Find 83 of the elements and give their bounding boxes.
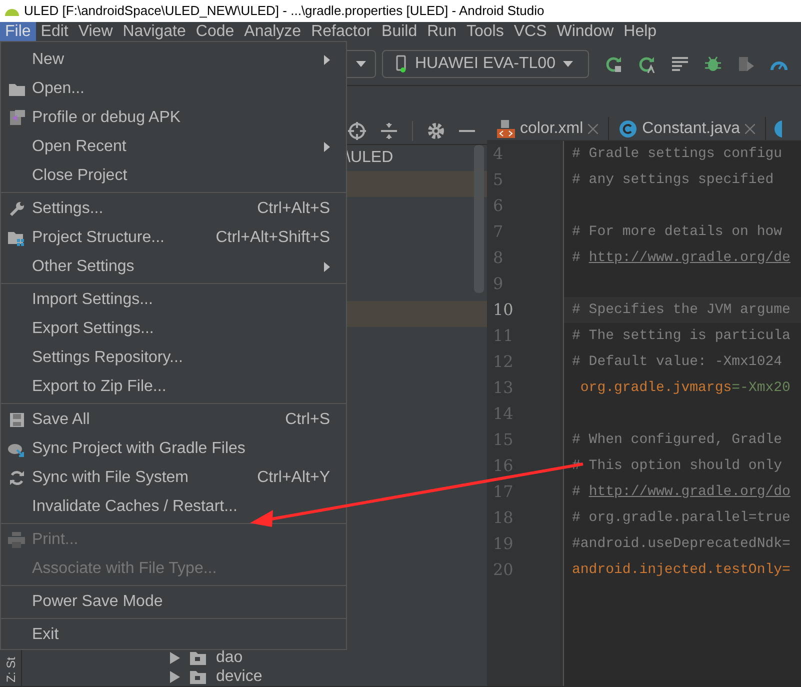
code-comment: # http://www.gradle.org/de xyxy=(572,248,790,268)
menu-item[interactable]: View xyxy=(73,22,118,42)
menu-item[interactable]: Other Settings xyxy=(1,252,346,281)
apply-changes-icon[interactable] xyxy=(638,54,656,72)
menu-item[interactable]: VCS xyxy=(508,22,552,42)
phone-icon xyxy=(395,54,407,72)
expand-arrow-icon[interactable] xyxy=(170,670,180,682)
menu-item[interactable]: Import Settings... xyxy=(1,285,346,314)
wrench-icon xyxy=(8,200,24,216)
editor-tab[interactable]: Constant.java xyxy=(609,117,766,140)
menu-item[interactable]: New xyxy=(1,45,346,74)
sync-icon xyxy=(8,470,24,486)
folder-grid-icon xyxy=(8,230,25,246)
device-selector[interactable]: HUAWEI EVA-TL00 xyxy=(382,50,589,78)
close-icon[interactable] xyxy=(588,124,598,134)
window-title: ULED [F:\androidSpace\ULED_NEW\ULED] - ...\gradle.properties [ULED] - Android Studio xyxy=(24,2,544,20)
menu-item[interactable]: Save All Ctrl+S xyxy=(1,405,346,434)
code-link[interactable]: http://www.gradle.org/do xyxy=(588,484,790,500)
code-comment: #android.useDeprecatedNdk= xyxy=(572,534,790,554)
caret-icon xyxy=(356,60,366,66)
menu-item[interactable]: Window xyxy=(552,22,619,42)
attach-icon[interactable] xyxy=(737,54,755,72)
editor-tab[interactable]: color.xml xyxy=(487,117,610,140)
folder-icon xyxy=(190,650,206,664)
minimize-icon[interactable] xyxy=(459,128,475,132)
menu-item[interactable]: Profile or debug APK xyxy=(1,103,346,132)
menu-item[interactable]: Close Project xyxy=(1,161,346,190)
printer-icon xyxy=(8,532,25,548)
rerun-icon[interactable] xyxy=(605,54,623,72)
folder-icon xyxy=(8,82,24,96)
folder-icon xyxy=(190,670,206,684)
menu-item[interactable]: Run xyxy=(422,22,462,42)
code-comment: # The setting is particula xyxy=(572,326,790,346)
menu-item[interactable]: Exit xyxy=(1,620,346,649)
list-icon[interactable] xyxy=(671,56,689,72)
line-number: 10 xyxy=(487,297,564,323)
menu-item[interactable]: Help xyxy=(618,22,662,42)
tree-item[interactable]: device xyxy=(216,668,262,686)
code-link[interactable]: http://www.gradle.org/de xyxy=(588,250,790,266)
project-path: \ULED xyxy=(346,148,394,168)
menu-item[interactable]: Open... xyxy=(1,74,346,103)
caret-icon xyxy=(563,60,574,66)
code-property: android.injected.testOnly= xyxy=(572,560,790,580)
menu-item[interactable]: Export to Zip File... xyxy=(1,372,346,401)
code-property: org.gradle.jvmargs=-Xmx20 xyxy=(579,378,790,398)
menu-item[interactable]: Invalidate Caches / Restart... xyxy=(1,492,346,521)
menu-item[interactable]: Tools xyxy=(461,22,509,42)
code-comment: # Default value: -Xmx1024 xyxy=(572,352,782,372)
menu-item[interactable]: Refactor xyxy=(306,22,377,42)
menu-item[interactable]: Navigate xyxy=(118,22,191,42)
menu-item[interactable]: Project Structure... Ctrl+Alt+Shift+S xyxy=(1,223,346,252)
expand-arrow-icon[interactable] xyxy=(170,652,180,664)
code-comment: # Specifies the JVM argume xyxy=(572,300,790,320)
tree-item[interactable]: dao xyxy=(216,648,243,666)
bug-icon[interactable] xyxy=(704,54,722,72)
crosshair-icon[interactable] xyxy=(348,122,366,140)
menu-item[interactable]: Code xyxy=(190,22,240,42)
close-icon[interactable] xyxy=(744,124,755,134)
menu-item[interactable]: Edit xyxy=(36,22,74,42)
menu-item[interactable]: Power Save Mode xyxy=(1,587,346,616)
apk-icon xyxy=(8,110,24,126)
code-comment: # org.gradle.parallel=true xyxy=(572,508,790,528)
class-icon xyxy=(774,120,782,138)
menu-item[interactable]: Export Settings... xyxy=(1,314,346,343)
code-comment: # For more details on how xyxy=(572,222,782,242)
code-comment: # Gradle settings configu xyxy=(572,144,782,164)
code-comment: # any settings specified xyxy=(572,170,774,190)
class-icon xyxy=(619,120,638,138)
menu-item[interactable]: Analyze xyxy=(239,22,306,42)
collapse-icon[interactable] xyxy=(380,122,398,140)
menu-item[interactable]: Open Recent xyxy=(1,132,346,161)
menu-item[interactable]: Sync with File System Ctrl+Alt+Y xyxy=(1,463,346,492)
menu-item[interactable]: Settings Repository... xyxy=(1,343,346,372)
xml-file-icon xyxy=(497,120,515,138)
settings-icon[interactable] xyxy=(427,122,445,140)
menu-item[interactable]: Build xyxy=(376,22,422,42)
code-comment: # http://www.gradle.org/do xyxy=(572,482,790,502)
menu-item[interactable]: File xyxy=(0,22,36,42)
structure-side-tab[interactable]: Z: St xyxy=(2,656,20,682)
menu-item[interactable]: Settings... Ctrl+Alt+S xyxy=(1,194,346,223)
menu-item[interactable]: Sync Project with Gradle Files xyxy=(1,434,346,463)
scrollbar[interactable] xyxy=(474,145,484,293)
code-comment: # When configured, Gradle xyxy=(572,430,782,450)
